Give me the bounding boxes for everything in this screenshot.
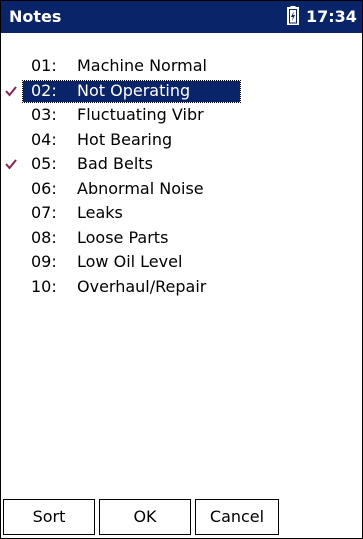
notes-screen: Notes 17:34 01: Machine Normal 02: Not Oper… [0,0,363,539]
note-number: 09: [31,252,57,271]
note-label: Not Operating [77,80,191,100]
note-item[interactable]: 06: Abnormal Noise [1,177,362,202]
note-item[interactable]: 01: Machine Normal [1,54,362,79]
note-item[interactable]: 05: Bad Belts [1,152,362,177]
note-label: Loose Parts [77,227,169,247]
window-title: Notes [9,7,62,26]
button-bar: Sort OK Cancel [1,497,362,538]
note-item[interactable]: 03: Fluctuating Vibr [1,103,362,128]
checkmark-icon [5,159,17,170]
note-label: Leaks [77,203,123,222]
note-label: Fluctuating Vibr [77,105,204,124]
note-label: Abnormal Noise [77,178,204,198]
checkmark-icon [5,85,17,97]
note-item[interactable]: 07: Leaks [1,201,362,226]
note-item[interactable]: 09: Low Oil Level [1,250,362,275]
battery-charging-icon [287,6,299,25]
note-number: 06: [31,178,57,198]
note-item[interactable]: 08: Loose Parts [1,226,362,251]
note-number: 10: [31,276,57,296]
note-number: 05: [31,154,57,173]
note-label: Low Oil Level [77,252,183,271]
note-number: 01: [31,56,57,75]
note-number: 04: [31,129,57,149]
cancel-button[interactable]: Cancel [195,499,279,535]
sort-button[interactable]: Sort [3,499,95,535]
note-item[interactable]: 04: Hot Bearing [1,128,362,153]
notes-list: 01: Machine Normal 02: Not Operating 03: Fluc… [1,54,362,299]
note-item[interactable]: 02: Not Operating [1,79,362,104]
note-label: Overhaul/Repair [77,276,207,296]
note-item[interactable]: 10: Overhaul/Repair [1,275,362,300]
note-number: 02: [31,80,57,100]
note-number: 07: [31,203,57,222]
note-label: Hot Bearing [77,129,173,149]
note-label: Bad Belts [77,154,153,173]
clock: 17:34 [306,7,357,26]
title-bar: Notes 17:34 [1,1,362,33]
note-label: Machine Normal [77,56,207,75]
note-number: 03: [31,105,57,124]
ok-button[interactable]: OK [99,499,191,535]
note-number: 08: [31,227,57,247]
